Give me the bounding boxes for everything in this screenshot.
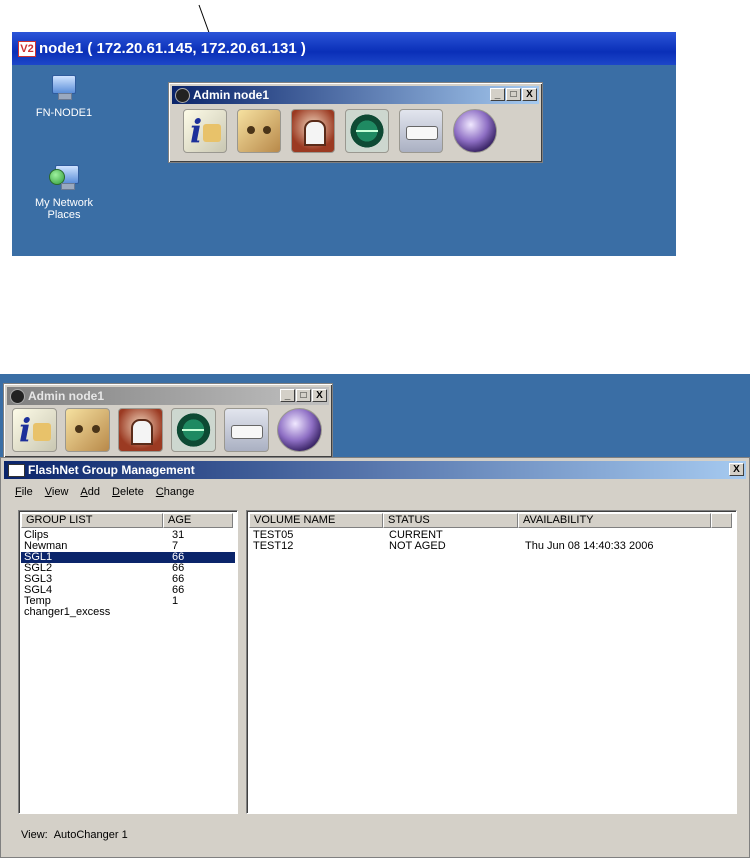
flashnet-group-management-window: FlashNet Group Management X File View Ad…	[0, 457, 750, 858]
volume-status: NOT AGED	[389, 540, 446, 552]
close-button[interactable]: X	[729, 463, 744, 476]
menu-delete[interactable]: Delete	[112, 486, 144, 498]
group-list-panel[interactable]: GROUP LIST AGE Clips 31 Newman 7 SGL1 66…	[18, 510, 238, 814]
menu-file[interactable]: File	[15, 486, 33, 498]
archive-icon[interactable]	[118, 408, 163, 452]
minimize-button[interactable]: _	[280, 389, 295, 402]
tape-icon[interactable]	[237, 109, 281, 153]
close-button[interactable]: X	[522, 88, 537, 101]
network-places-icon	[49, 165, 79, 191]
group-row-selected[interactable]: SGL1 66	[21, 552, 235, 563]
group-row[interactable]: changer1_excess	[21, 607, 235, 618]
volume-row[interactable]: TEST12 NOT AGED Thu Jun 08 14:40:33 2006	[249, 541, 734, 552]
column-header-volume-name[interactable]: VOLUME NAME	[249, 513, 383, 528]
info-icon[interactable]	[12, 408, 57, 452]
group-row[interactable]: SGL2 66	[21, 563, 235, 574]
info-icon[interactable]	[183, 109, 227, 153]
admin-window-title: Admin node1	[193, 88, 270, 102]
computer-icon	[49, 75, 79, 101]
flashnet-titlebar[interactable]: FlashNet Group Management	[4, 461, 746, 479]
desktop-icon-label: My Network Places	[34, 197, 94, 221]
column-header-group-list[interactable]: GROUP LIST	[21, 513, 163, 528]
menu-change[interactable]: Change	[156, 486, 195, 498]
admin-node1-window: Admin node1 _ □ X	[3, 383, 333, 458]
volume-list-panel[interactable]: VOLUME NAME STATUS AVAILABILITY TEST05 C…	[246, 510, 737, 814]
archive-icon[interactable]	[291, 109, 335, 153]
sphere-icon[interactable]	[277, 408, 322, 452]
column-header-spacer	[711, 513, 732, 528]
status-bar: View: AutoChanger 1	[21, 829, 134, 841]
group-row[interactable]: Newman 7	[21, 541, 235, 552]
maximize-button[interactable]: □	[506, 88, 521, 101]
vnc-desktop-screenshot: V2 node1 ( 172.20.61.145, 172.20.61.131 …	[12, 32, 676, 256]
admin-app-icon	[175, 88, 190, 103]
maximize-button[interactable]: □	[296, 389, 311, 402]
flashnet-screenshot: Admin node1 _ □ X FlashNet Group Managem…	[0, 374, 750, 858]
group-row[interactable]: SGL4 66	[21, 585, 235, 596]
monitor-icon[interactable]	[345, 109, 389, 153]
status-value: AutoChanger 1	[53, 829, 128, 841]
admin-node1-window: Admin node1 _ □ X	[168, 82, 543, 163]
admin-window-titlebar[interactable]: Admin node1 _ □ X	[172, 86, 539, 104]
tape-icon[interactable]	[65, 408, 110, 452]
volume-availability: Thu Jun 08 14:40:33 2006	[525, 540, 654, 552]
desktop-icon-label: FN-NODE1	[35, 107, 93, 119]
monitor-icon[interactable]	[171, 408, 216, 452]
volume-row[interactable]: TEST05 CURRENT	[249, 530, 734, 541]
menu-add[interactable]: Add	[80, 486, 100, 498]
admin-window-title: Admin node1	[28, 389, 105, 403]
window-icon	[8, 464, 25, 477]
drive-icon[interactable]	[399, 109, 443, 153]
menu-bar: File View Add Delete Change	[15, 486, 194, 498]
vnc-logo-icon: V2	[18, 41, 36, 57]
group-row[interactable]: SGL3 66	[21, 574, 235, 585]
column-header-age[interactable]: AGE	[163, 513, 233, 528]
desktop-icon-fn-node1[interactable]: FN-NODE1	[29, 75, 99, 119]
minimize-button[interactable]: _	[490, 88, 505, 101]
volume-name: TEST12	[253, 540, 294, 552]
admin-window-titlebar[interactable]: Admin node1 _ □ X	[7, 387, 329, 405]
sphere-icon[interactable]	[453, 109, 497, 153]
column-header-availability[interactable]: AVAILABILITY	[518, 513, 711, 528]
group-name: changer1_excess	[24, 606, 111, 618]
group-age: 1	[172, 595, 179, 607]
drive-icon[interactable]	[224, 408, 269, 452]
flashnet-window-title: FlashNet Group Management	[28, 463, 195, 477]
desktop-icon-network-places[interactable]: My Network Places	[29, 165, 99, 221]
vnc-title: node1 ( 172.20.61.145, 172.20.61.131 )	[39, 40, 306, 57]
menu-view[interactable]: View	[45, 486, 69, 498]
status-label: View:	[21, 829, 48, 841]
admin-app-icon	[10, 389, 25, 404]
close-button[interactable]: X	[312, 389, 327, 402]
vnc-titlebar[interactable]: V2 node1 ( 172.20.61.145, 172.20.61.131 …	[12, 32, 676, 65]
column-header-status[interactable]: STATUS	[383, 513, 518, 528]
